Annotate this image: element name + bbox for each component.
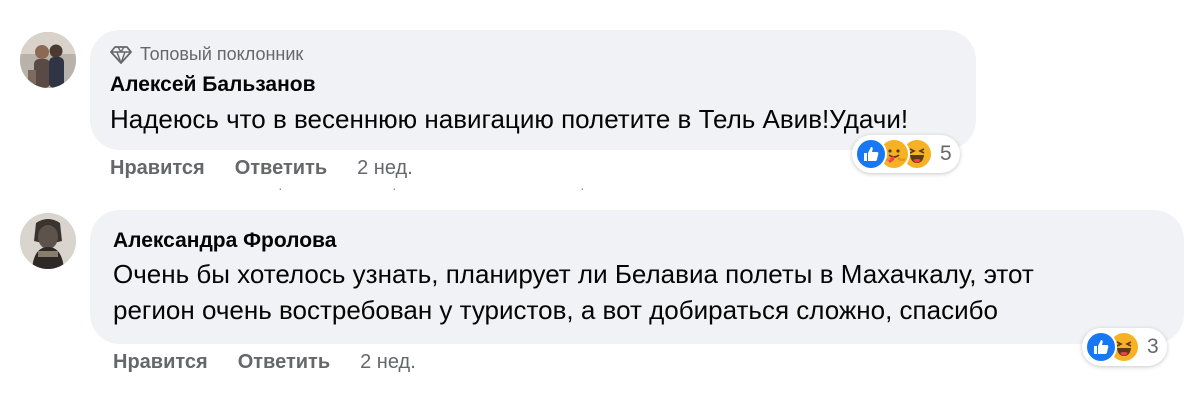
avatar[interactable] (20, 213, 76, 269)
separator-dots: · (278, 180, 283, 196)
badge-label: Топовый поклонник (140, 44, 304, 64)
like-icon (855, 138, 887, 170)
comment-text-line-1: Очень бы хотелось узнать, планирует ли Б… (113, 259, 1034, 289)
like-link[interactable]: Нравится (110, 157, 205, 180)
avatar-image (20, 213, 76, 269)
comment-text: Надеюсь что в весеннюю навигацию полетит… (110, 104, 909, 134)
separator-dots: · (392, 180, 397, 196)
reply-link[interactable]: Ответить (238, 351, 330, 374)
timestamp[interactable]: 2 нед. (360, 351, 416, 374)
author-name[interactable]: Александра Фролова (113, 229, 336, 253)
author-name[interactable]: Алексей Бальзанов (110, 73, 316, 97)
comment-text-line-2: регион очень востребован у туристов, а в… (113, 295, 998, 325)
diamond-icon (110, 45, 132, 64)
reply-link[interactable]: Ответить (235, 157, 327, 180)
reactions-count: 3 (1147, 335, 1159, 358)
avatar-image (20, 32, 76, 88)
top-fan-badge: Топовый поклонник (110, 44, 303, 65)
reactions-summary[interactable]: 3 (1082, 328, 1167, 366)
comment-actions: Нравится Ответить 2 нед. (113, 351, 416, 374)
reactions-count: 5 (940, 142, 952, 165)
separator-dots: · (580, 180, 585, 196)
comment-actions: Нравится Ответить 2 нед. (110, 157, 413, 180)
reactions-summary[interactable]: 5 (852, 135, 960, 173)
like-link[interactable]: Нравится (113, 351, 208, 374)
like-icon (1085, 331, 1117, 363)
avatar[interactable] (20, 32, 76, 88)
timestamp[interactable]: 2 нед. (357, 157, 413, 180)
